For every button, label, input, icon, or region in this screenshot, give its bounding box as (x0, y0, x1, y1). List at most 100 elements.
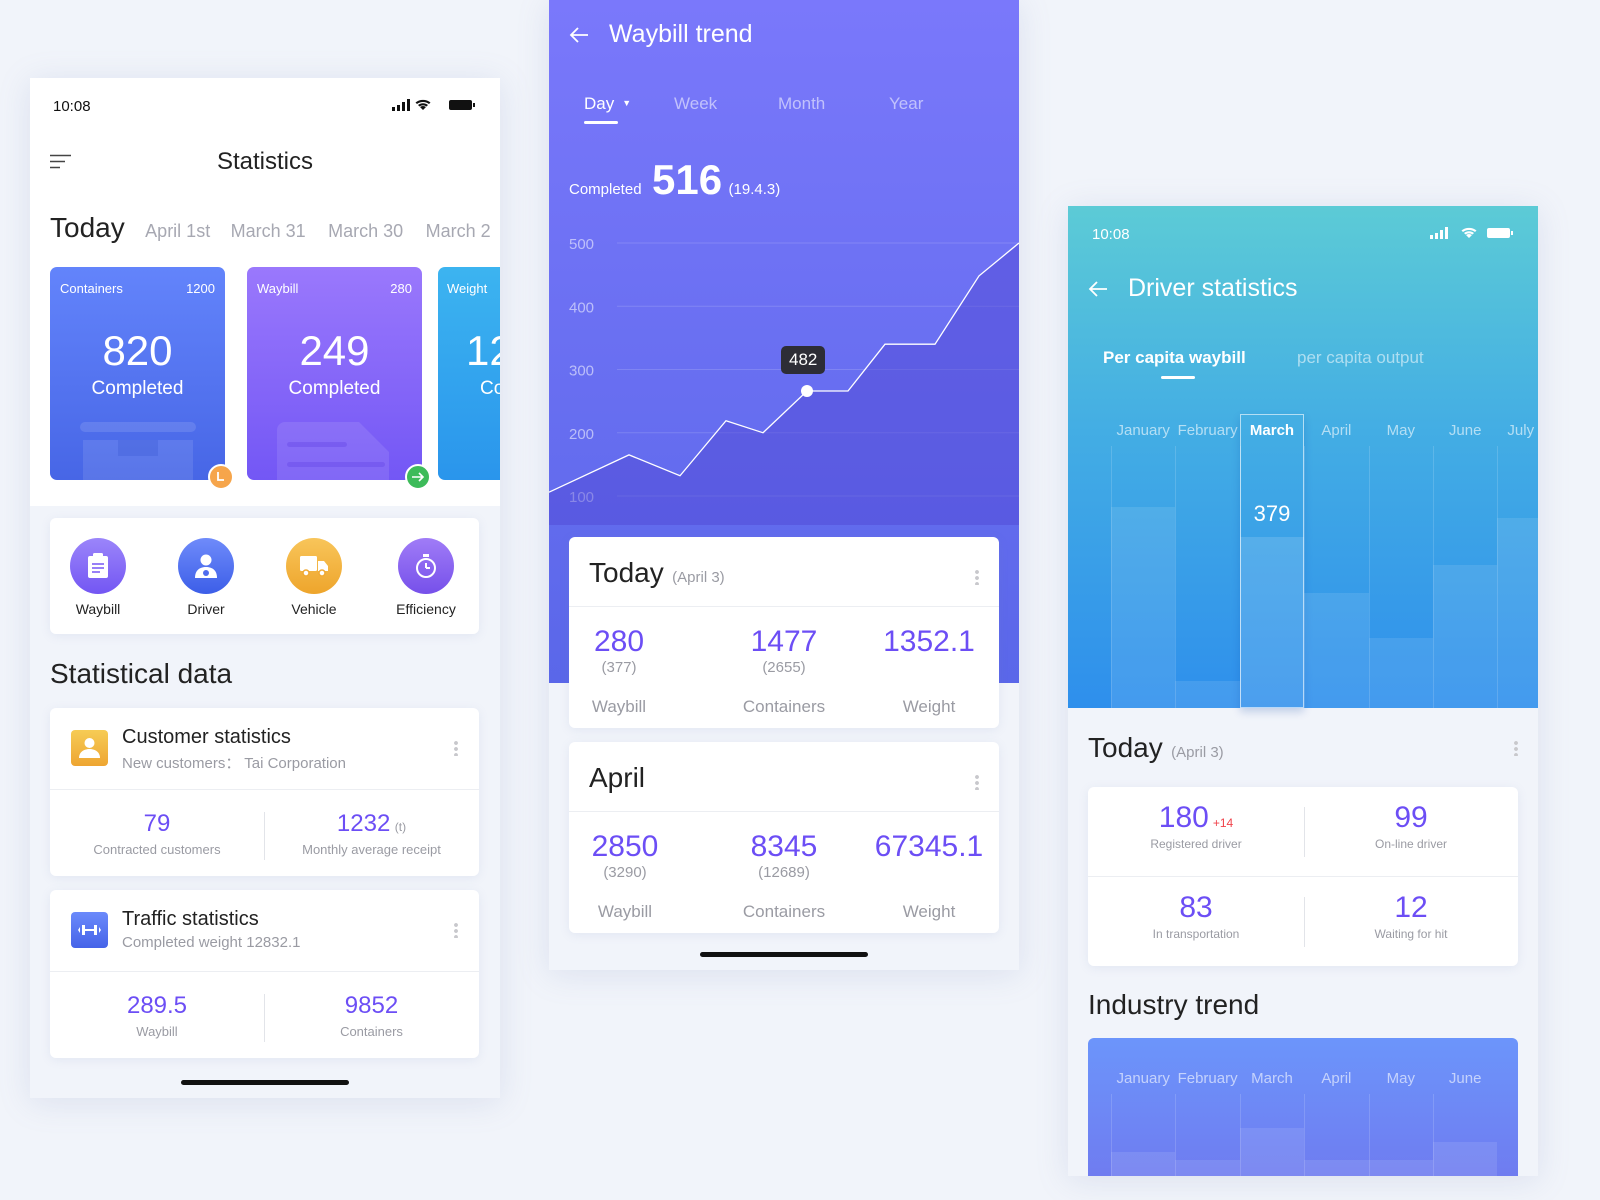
april-card[interactable]: April 2850 (3290) Waybill 8345 (12689) Conta… (569, 742, 999, 933)
card-label: Containers (60, 281, 123, 296)
shortcut-label: Waybill (75, 601, 121, 617)
stat-waiting-for-hit[interactable]: 12 Waiting for hit (1304, 891, 1518, 941)
more-options-icon[interactable] (1514, 740, 1518, 756)
customer-statistics-card[interactable]: Customer statistics New customers： Tai C… (50, 708, 479, 876)
selected-value-label: 379 (1253, 501, 1291, 527)
card-title: Today (589, 557, 664, 588)
card-subtitle: New customers： Tai Corporation (122, 755, 346, 772)
stat-registered-driver[interactable]: 180 +14 Registered driver (1088, 801, 1304, 851)
dumbbell-icon (71, 912, 108, 948)
tab-day[interactable]: Day ▼ (584, 94, 631, 114)
tab-month[interactable]: Month (778, 94, 825, 114)
stat-label: Waiting for hit (1374, 927, 1448, 941)
completed-label: Completed (569, 181, 642, 198)
bar-april[interactable] (1304, 593, 1369, 708)
card-value: 249 (299, 327, 370, 374)
bar-may[interactable] (1368, 1160, 1433, 1176)
back-button[interactable] (569, 26, 589, 49)
stat-value: 1352.1 (883, 625, 975, 658)
waybill-trend-chart[interactable]: 500400300200100 (549, 225, 1019, 525)
industry-trend-title: Industry trend (1088, 989, 1260, 1020)
tooltip-value: 482 (789, 350, 818, 369)
card-total: 1200 (186, 281, 215, 296)
shortcut-label: Vehicle (291, 601, 337, 617)
clock-badge (208, 464, 234, 490)
card-caption: Completed (91, 378, 184, 399)
summary-card-weight[interactable]: Weight 12 Co (438, 267, 500, 480)
bar-january[interactable] (1111, 506, 1176, 708)
date-tabs: Today April 1st March 31 March 30 March … (50, 212, 500, 244)
bar-july[interactable] (1497, 518, 1538, 708)
stat-in-transportation[interactable]: 83 In transportation (1088, 891, 1304, 941)
stat-sub: (377) (601, 659, 637, 676)
shortcut-vehicle[interactable]: Vehicle (276, 538, 352, 617)
date-tab[interactable]: April 1st (145, 221, 210, 241)
bar-january[interactable] (1111, 1152, 1176, 1176)
stat-value: 83 (1179, 891, 1213, 924)
stat-value: 12 (1394, 891, 1428, 924)
stage: 10:08 Statistics Today April 1st March 3… (0, 0, 1600, 1176)
data-point (801, 385, 813, 398)
shortcut-label: Driver (187, 601, 225, 617)
divider (1088, 876, 1518, 877)
bar-february[interactable] (1175, 680, 1240, 708)
selected-column-frame (1239, 414, 1305, 708)
date-tab[interactable]: March 31 (231, 221, 306, 241)
area-fill (549, 243, 1019, 525)
more-options-icon[interactable] (454, 922, 458, 938)
bar-june[interactable] (1433, 1142, 1498, 1176)
bar-february[interactable] (1175, 1160, 1240, 1176)
date-tab[interactable]: March 30 (328, 221, 403, 241)
stat-label: Registered driver (1150, 837, 1242, 851)
bar-may[interactable] (1368, 637, 1433, 708)
stat-label: Waybill (591, 697, 647, 716)
page-title: Waybill trend (609, 20, 753, 48)
more-options-icon[interactable] (975, 774, 979, 790)
stat-value: 1232 (336, 810, 391, 837)
document-watermark-icon (277, 422, 389, 480)
y-tick-label: 200 (569, 426, 594, 443)
more-options-icon[interactable] (454, 740, 458, 756)
clipboard-icon (70, 538, 126, 594)
page-title: Statistics (216, 148, 314, 175)
summary-card-waybill[interactable]: Waybill 280 249 Completed (247, 267, 422, 480)
y-tick-label: 500 (569, 236, 594, 253)
traffic-statistics-card[interactable]: Traffic statistics Completed weight 1283… (50, 890, 479, 1058)
tab-year[interactable]: Year (889, 94, 923, 114)
shortcut-waybill[interactable]: Waybill (60, 538, 136, 617)
x-tick-label: July (1507, 422, 1535, 439)
status-time: 10:08 (53, 98, 91, 115)
more-options-icon[interactable] (975, 569, 979, 585)
industry-trend-chart[interactable]: January February March April May June (1088, 1038, 1518, 1176)
shortcut-driver[interactable]: Driver (168, 538, 244, 617)
truck-icon (286, 538, 342, 594)
summary-card-containers[interactable]: Containers 1200 820 Completed (50, 267, 225, 480)
card-label: Weight (447, 281, 488, 296)
today-card[interactable]: Today (April 3) 280 (377) Waybill 1477 (265… (569, 537, 999, 728)
tab-week[interactable]: Week (674, 94, 717, 114)
date-tab-today[interactable]: Today (50, 212, 125, 243)
stat-online-driver[interactable]: 99 On-line driver (1304, 801, 1518, 851)
home-indicator[interactable] (700, 952, 868, 957)
status-icons (392, 98, 476, 112)
today-title: Today (1088, 732, 1163, 763)
stat-sub: (12689) (758, 864, 810, 881)
shortcut-efficiency[interactable]: Efficiency (383, 538, 469, 617)
completed-value: 516 (652, 156, 723, 203)
bar-june[interactable] (1433, 564, 1498, 708)
column-divider (1175, 446, 1177, 708)
bar-march[interactable] (1239, 1128, 1305, 1176)
per-capita-waybill-chart[interactable]: January February 379 March April May June July (1068, 206, 1538, 708)
stat-label: Containers (742, 697, 826, 716)
completed-date: (19.4.3) (728, 181, 781, 198)
date-tab[interactable]: March 2 (426, 221, 491, 241)
stat-value: 289.5 (126, 992, 188, 1019)
shortcut-label: Efficiency (396, 601, 456, 617)
stat-value: 1477 (750, 625, 818, 658)
arrow-right-icon (412, 472, 425, 482)
home-indicator[interactable] (181, 1080, 349, 1085)
bar-april[interactable] (1304, 1160, 1369, 1176)
divider (569, 606, 999, 607)
customer-icon (71, 730, 108, 766)
statistics-screen: 10:08 Statistics Today April 1st March 3… (30, 78, 500, 1098)
